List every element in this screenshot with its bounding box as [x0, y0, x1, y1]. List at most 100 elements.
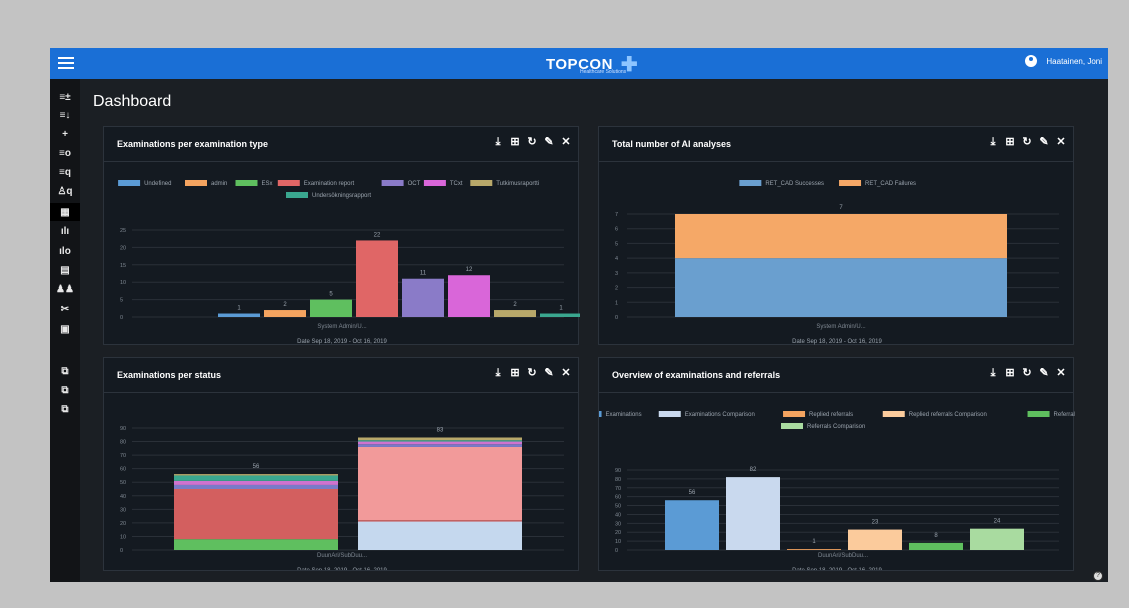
table-view-icon[interactable]: ⊞: [1004, 366, 1016, 380]
external-link-icon[interactable]: ⧉: [50, 362, 80, 380]
legend-label: RET_CAD Failures: [865, 181, 916, 187]
monitor-icon[interactable]: ▣: [50, 320, 80, 338]
list-down-icon[interactable]: ≡↓: [50, 106, 80, 124]
y-tick-label: 3: [615, 271, 618, 277]
y-tick-label: 20: [615, 530, 621, 536]
bar-segment: [358, 437, 522, 441]
list-settings-icon[interactable]: ≡o: [50, 144, 80, 162]
top-bar: TOPCON Healthcare Solutions ✚ Haatainen,…: [50, 48, 1108, 79]
document-settings-icon[interactable]: ▤: [50, 261, 80, 279]
bar-value-label: 11: [420, 271, 427, 277]
panel-header: Examinations per examination type ⤓ ⊞ ↻ ✎ ✕: [104, 127, 578, 162]
legend-swatch: [185, 180, 207, 186]
table-view-icon[interactable]: ⊞: [1004, 135, 1016, 149]
chart-footer-text: Date Sep 18, 2019 - Oct 16, 2019: [297, 339, 387, 345]
close-icon[interactable]: ✕: [1055, 135, 1067, 149]
edit-icon[interactable]: ✎: [543, 366, 555, 380]
refresh-icon[interactable]: ↻: [526, 366, 538, 380]
y-tick-label: 70: [120, 453, 126, 459]
bar: [218, 313, 260, 317]
legend-label: RET_CAD Successes: [765, 181, 824, 187]
legend-label: TCxt: [450, 181, 463, 187]
legend-swatch: [381, 180, 404, 186]
legend-label: Referrals Comparison: [807, 424, 865, 430]
tools-icon[interactable]: ✂: [50, 300, 80, 318]
refresh-icon[interactable]: ↻: [1021, 366, 1033, 380]
legend-swatch: [781, 423, 803, 429]
panel-toolbar: ⤓ ⊞ ↻ ✎ ✕: [487, 366, 572, 380]
y-tick-label: 15: [120, 263, 126, 269]
bar-chart-icon[interactable]: ılı: [50, 222, 80, 240]
close-icon[interactable]: ✕: [560, 366, 572, 380]
edit-icon[interactable]: ✎: [1038, 366, 1050, 380]
bar-value-label: 1: [559, 306, 563, 312]
table-view-icon[interactable]: ⊞: [509, 366, 521, 380]
edit-icon[interactable]: ✎: [1038, 135, 1050, 149]
bar-segment: [174, 475, 338, 481]
legend-label: ESx: [262, 181, 273, 187]
x-tick-label: DuunAri/SubDuu...: [317, 553, 367, 559]
bar-value-label: 1: [812, 539, 816, 545]
external-link-icon[interactable]: ⧉: [50, 400, 80, 418]
y-tick-label: 10: [615, 539, 621, 545]
download-icon[interactable]: ⤓: [987, 135, 999, 149]
chart-ai-analyses: RET_CAD Successes RET_CAD Failures 0 1 2 3 4 5 6…: [615, 180, 1059, 345]
legend-label: admin: [211, 181, 227, 187]
y-tick-label: 60: [615, 495, 621, 501]
legend-swatch: [739, 180, 762, 186]
dashboard-icon[interactable]: ▦: [50, 203, 80, 221]
legend-swatch: [783, 411, 806, 417]
user-avatar-icon: [1025, 55, 1038, 67]
legend-label: Examinations: [606, 412, 642, 418]
chart-footer-text: Date Sep 18, 2019 - Oct 16, 2019: [297, 568, 387, 570]
y-tick-label: 20: [120, 521, 126, 527]
bar-segment: [358, 521, 522, 550]
download-icon[interactable]: ⤓: [987, 366, 999, 380]
user-group-icon[interactable]: ♟♟: [50, 280, 80, 298]
hamburger-menu-icon[interactable]: [58, 55, 74, 71]
refresh-icon[interactable]: ↻: [526, 135, 538, 149]
panel-title: Total number of AI analyses: [612, 139, 732, 149]
legend-label: OCT: [408, 181, 421, 187]
y-tick-label: 4: [615, 256, 618, 262]
legend-swatch: [235, 180, 258, 186]
user-search-icon[interactable]: ♙q: [50, 182, 80, 200]
bar-segment: [174, 539, 338, 550]
legend-swatch: [423, 180, 446, 186]
legend-swatch: [839, 180, 862, 186]
bar-segment: [174, 484, 338, 489]
refresh-icon[interactable]: ↻: [1021, 135, 1033, 149]
close-icon[interactable]: ✕: [560, 135, 572, 149]
y-tick-label: 50: [615, 504, 621, 510]
plus-icon[interactable]: +: [50, 125, 80, 143]
bar-value-label: 2: [283, 302, 287, 308]
panel-title: Overview of examinations and referrals: [612, 370, 781, 380]
legend-swatch: [599, 411, 602, 417]
bar: [264, 310, 306, 317]
panel-header: Overview of examinations and referrals ⤓…: [599, 358, 1073, 393]
close-icon[interactable]: ✕: [1055, 366, 1067, 380]
bar-value-label: 12: [466, 267, 473, 273]
bar: [494, 310, 536, 317]
y-tick-label: 90: [615, 468, 621, 474]
bar-segment: [358, 520, 522, 522]
chart-settings-icon[interactable]: ılo: [50, 242, 80, 260]
users-list-icon[interactable]: ≡±: [50, 88, 80, 106]
bar-value-label: 22: [374, 232, 381, 238]
external-link-icon[interactable]: ⧉: [50, 381, 80, 399]
help-icon[interactable]: ?: [1093, 571, 1103, 581]
user-menu[interactable]: Haatainen, Joni: [1025, 55, 1102, 67]
table-view-icon[interactable]: ⊞: [509, 135, 521, 149]
list-search-icon[interactable]: ≡q: [50, 163, 80, 181]
y-tick-label: 80: [120, 440, 126, 446]
bar: [540, 313, 580, 317]
legend-label: Referrals: [1054, 412, 1075, 418]
bar-value-label: 24: [994, 519, 1001, 525]
edit-icon[interactable]: ✎: [543, 135, 555, 149]
download-icon[interactable]: ⤓: [492, 366, 504, 380]
y-tick-label: 7: [615, 212, 618, 218]
bar-segment: [675, 258, 1007, 317]
chart-examinations-per-type: Undefined admin ESx Examination report OCT TC…: [118, 180, 580, 345]
download-icon[interactable]: ⤓: [492, 135, 504, 149]
legend-label: Undefined: [144, 181, 171, 187]
